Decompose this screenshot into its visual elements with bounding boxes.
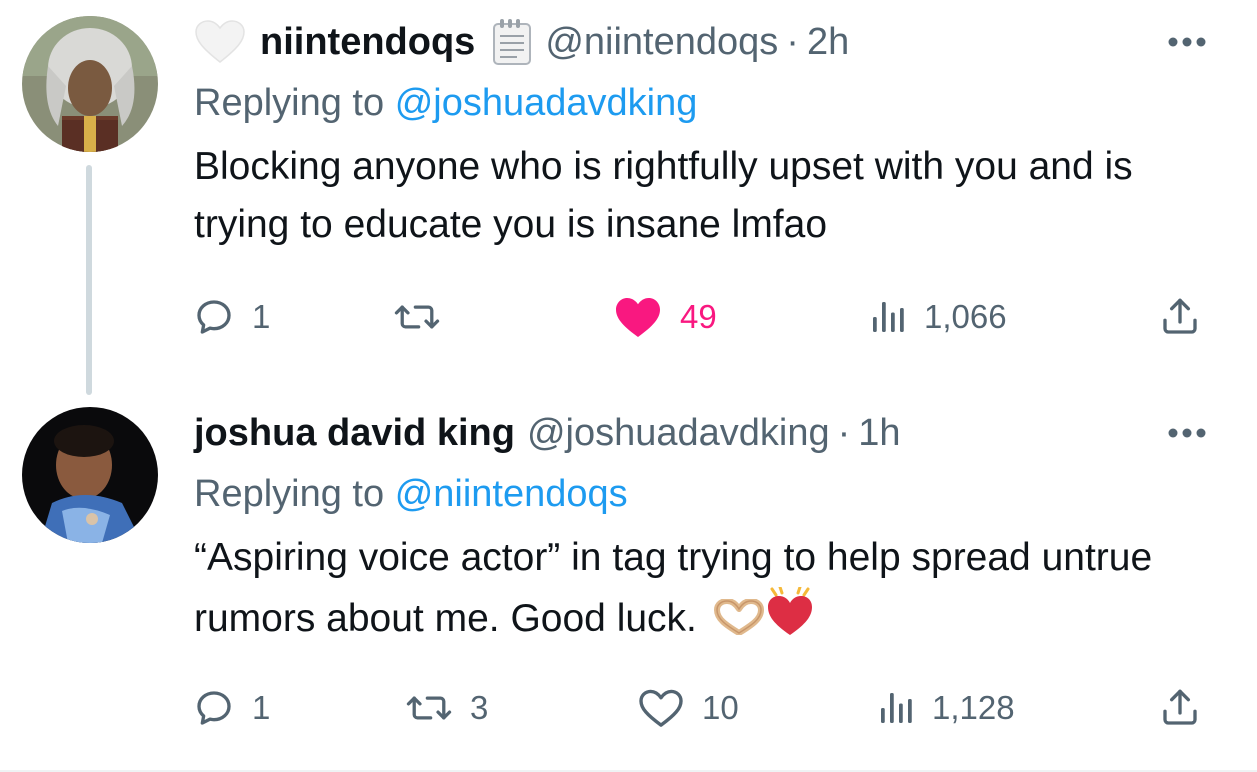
reply-count: 1 <box>252 298 271 335</box>
timestamp[interactable]: 1h <box>858 412 900 455</box>
views-icon <box>873 302 904 332</box>
reply-count: 1 <box>252 689 271 726</box>
avatar[interactable] <box>22 407 158 543</box>
avatar[interactable] <box>22 16 158 152</box>
thread-line <box>86 165 92 395</box>
views-count: 1,066 <box>924 298 1007 335</box>
like-count: 49 <box>680 298 717 335</box>
views-icon <box>881 693 912 723</box>
heart-filled-icon <box>616 298 660 337</box>
share-icon <box>1163 689 1197 725</box>
like-count: 10 <box>702 689 739 726</box>
notepad-icon <box>491 18 533 66</box>
retweet-button[interactable]: 3 <box>406 683 488 733</box>
heart-outline-icon <box>639 689 683 727</box>
reply-button[interactable]: 1 <box>194 683 270 733</box>
retweet-count: 3 <box>470 689 489 726</box>
more-options-icon[interactable] <box>1167 22 1207 62</box>
share-button[interactable] <box>1160 292 1200 342</box>
replying-to-mention[interactable]: @joshuadavdking <box>395 82 698 124</box>
reply-button[interactable]: 1 <box>194 292 270 342</box>
like-button[interactable]: 49 <box>614 292 717 342</box>
timestamp[interactable]: 2h <box>807 21 849 64</box>
share-button[interactable] <box>1160 683 1200 733</box>
tweet[interactable]: joshua david king @joshuadavdking · 1h R… <box>0 395 1257 772</box>
replying-to-label: Replying to <box>194 473 385 515</box>
like-button[interactable]: 10 <box>638 683 739 733</box>
handle[interactable]: @niintendoqs <box>545 21 778 64</box>
tweet-header: joshua david king @joshuadavdking · 1h <box>194 405 901 461</box>
views-button[interactable]: 1,066 <box>870 292 1007 342</box>
action-bar: 1 3 10 1,128 <box>194 683 1214 733</box>
replying-to-mention[interactable]: @niintendoqs <box>395 473 628 515</box>
handle[interactable]: @joshuadavdking <box>527 412 830 455</box>
separator: · <box>837 411 851 454</box>
beating-heart-icon <box>766 585 814 654</box>
views-count: 1,128 <box>932 689 1015 726</box>
reply-icon <box>197 300 231 334</box>
display-name[interactable]: joshua david king <box>194 412 515 455</box>
retweet-icon <box>394 305 440 329</box>
display-name[interactable]: niintendoqs <box>260 21 475 64</box>
heart-hands-icon <box>713 594 764 652</box>
retweet-button[interactable] <box>394 292 458 342</box>
action-bar: 1 49 1,066 <box>194 292 1214 342</box>
tweet-text: “Aspiring voice actor” in tag trying to … <box>194 529 1214 654</box>
tweet-header: niintendoqs @niintendoqs · 2h <box>194 14 849 70</box>
share-icon <box>1163 298 1197 334</box>
views-button[interactable]: 1,128 <box>878 683 1015 733</box>
replying-to-label: Replying to <box>194 82 385 124</box>
more-options-icon[interactable] <box>1167 413 1207 453</box>
white-heart-icon <box>194 20 246 64</box>
separator: · <box>786 20 799 63</box>
retweet-icon <box>406 696 452 720</box>
replying-to: Replying to @niintendoqs <box>194 473 628 516</box>
tweet[interactable]: niintendoqs @niintendoqs · 2h Replying t… <box>0 0 1257 395</box>
tweet-text: Blocking anyone who is rightfully upset … <box>194 145 1133 246</box>
replying-to: Replying to @joshuadavdking <box>194 82 697 125</box>
tweet-text-body: “Aspiring voice actor” in tag trying to … <box>194 536 1153 640</box>
reply-icon <box>197 691 231 725</box>
